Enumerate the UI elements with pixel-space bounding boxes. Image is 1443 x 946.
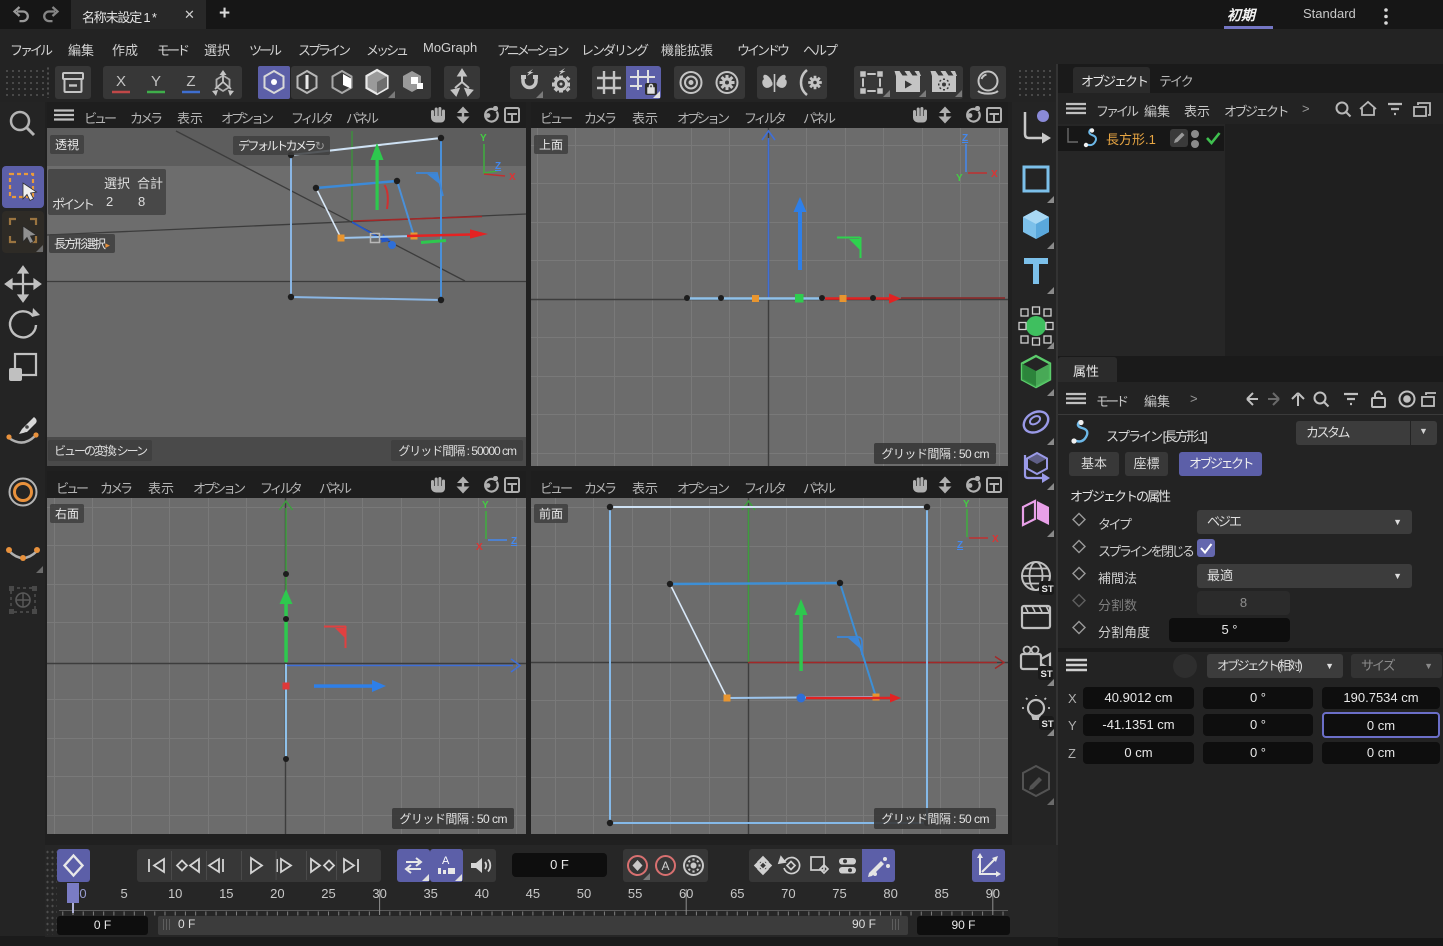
svg-text:A: A: [442, 855, 450, 867]
svg-text:Y: Y: [963, 499, 970, 510]
svg-text:Z: Z: [186, 73, 195, 90]
svg-text:X: X: [992, 534, 999, 545]
svg-text:Z: Z: [957, 540, 963, 551]
svg-text:X: X: [476, 542, 483, 553]
svg-text:長方形.1: 長方形.1: [1106, 132, 1156, 147]
svg-text:Y: Y: [482, 500, 489, 511]
svg-text:Y: Y: [151, 73, 161, 90]
svg-text:X: X: [116, 73, 126, 90]
svg-text:A: A: [662, 859, 670, 873]
svg-text:ST: ST: [1042, 584, 1054, 595]
svg-text:X: X: [509, 172, 516, 183]
svg-text:X: X: [991, 169, 998, 180]
svg-text:Y: Y: [480, 133, 487, 144]
svg-text:Z: Z: [962, 133, 968, 144]
svg-text:Z: Z: [511, 536, 517, 547]
svg-text:Y: Y: [956, 173, 963, 184]
svg-text:Z: Z: [495, 161, 501, 172]
